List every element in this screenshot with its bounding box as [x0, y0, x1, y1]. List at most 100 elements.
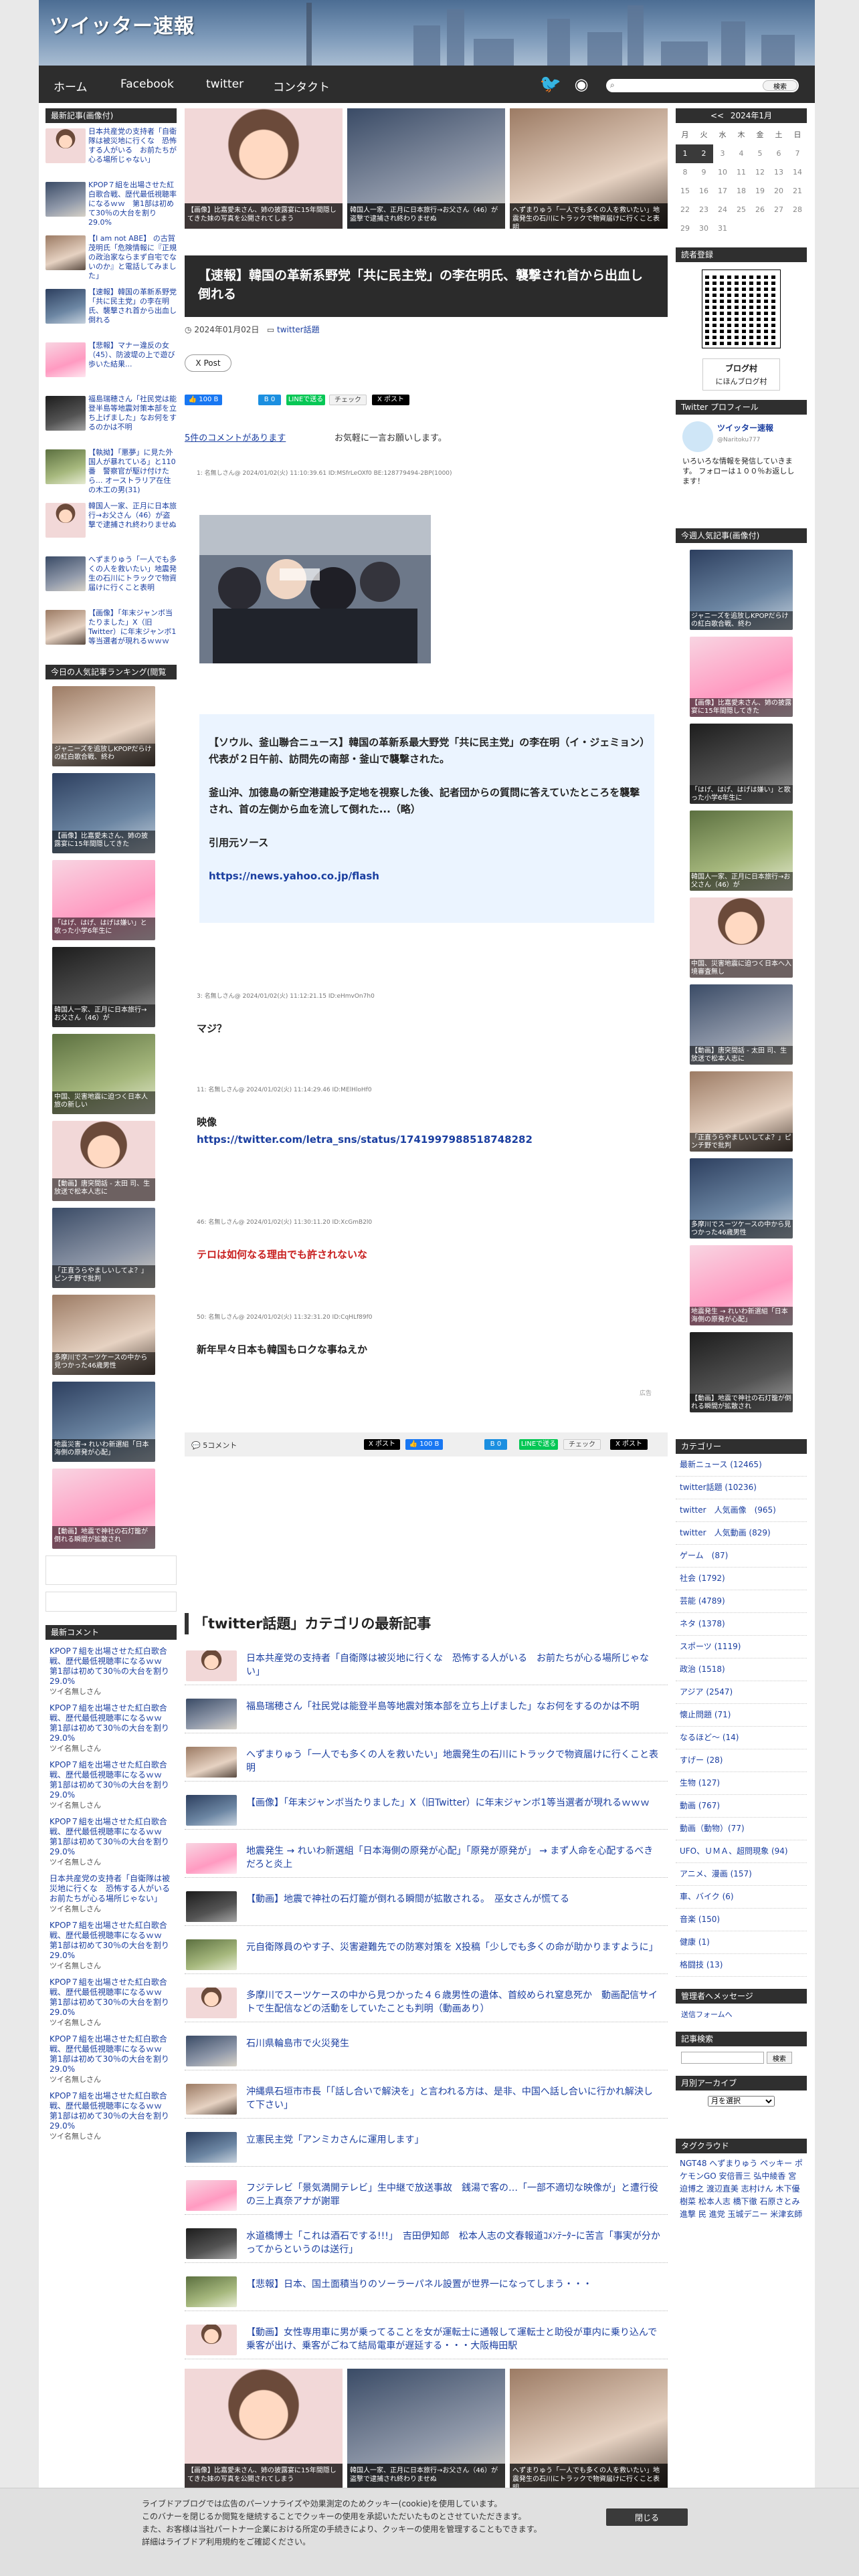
category-article-title[interactable]: 元自衛隊員のやす子、災害避難先での防寒対策を X投稿「少しでも多くの命が助かりま…	[246, 1941, 661, 1954]
archive-select[interactable]: 月を選択	[708, 2096, 775, 2107]
top-card[interactable]: へずまりゅう「一人でも多くの人を救いたい」地震発生の石川にトラックで物資届けに行…	[510, 108, 668, 229]
pocket-button[interactable]: チェック	[563, 1439, 601, 1450]
latest-item-title[interactable]: 日本共産党の支持者「自衛隊は被災地に行くな 恐怖する人がいる お前たちが心る場所…	[88, 127, 177, 165]
category-link[interactable]: 健康 (1)	[676, 1931, 807, 1954]
category-article-row[interactable]: 水道橋博士「これは酒石でする!!!」 吉田伊知郎 松本人志の文春報道ｺﾒﾝﾃｰﾀ…	[185, 2224, 668, 2263]
category-article-row[interactable]: 福島瑞穂さん「社民党は能登半島等地震対策本部を立ち上げました」なお何をするのかは…	[185, 1695, 668, 1733]
ranking-item[interactable]: 韓国人一家、正月に日本旅行→お父さん（46）が	[52, 947, 155, 1027]
category-link[interactable]: 懐止問題 (71)	[676, 1704, 807, 1727]
ranking-item[interactable]: 多摩川でスーツケースの中から見つかった46歳男性	[52, 1295, 155, 1375]
article-search-button[interactable]: 検索	[766, 2052, 792, 2064]
bottom-card[interactable]: 韓国人一家、正月に日本旅行→お父さん（46）が盗撃で逮捕され終わりませぬ	[347, 2369, 505, 2489]
article-search-input[interactable]	[681, 2052, 764, 2064]
thumbnail[interactable]	[186, 2276, 237, 2307]
calendar-prev[interactable]: <<	[710, 111, 724, 120]
popular-item[interactable]: 「はげ、はげ、はげは嫌い」と歌った小学6年生に	[690, 724, 793, 804]
category-link[interactable]: 動画 (767)	[676, 1795, 807, 1818]
calendar-day[interactable]: 20	[769, 182, 788, 201]
calendar-day[interactable]: 19	[751, 182, 769, 201]
pocket-button[interactable]: チェック	[329, 395, 367, 405]
category-article-row[interactable]: フジテレビ「景気満開テレビ」生中継で放送事故 銭湯で客の…「一部不適切な映像が」…	[185, 2176, 668, 2215]
category-article-title[interactable]: 水道橋博士「これは酒石でする!!!」 吉田伊知郎 松本人志の文春報道ｺﾒﾝﾃｰﾀ…	[246, 2230, 661, 2256]
category-link[interactable]: 動画（動物）(77)	[676, 1818, 807, 1840]
category-link[interactable]: 社会 (1792)	[676, 1568, 807, 1590]
latest-item[interactable]: 【画像】「年末ジャンボ当たりました」X（旧Twitter）に年末ジャンボ1等当選…	[45, 609, 177, 657]
category-link[interactable]: なるほど～ (14)	[676, 1727, 807, 1749]
nav-contact[interactable]: コンタクト	[273, 78, 330, 94]
latest-item[interactable]: 【I am not ABE】 の古賀茂明氏「危険情報に『正規の政治家ならまず自宅…	[45, 234, 177, 282]
thumbnail[interactable]	[186, 1843, 237, 1874]
calendar-day[interactable]: 9	[694, 163, 713, 182]
calendar-day[interactable]: 25	[732, 201, 751, 219]
comment-bar-count[interactable]: 💬 5コメント	[191, 1440, 237, 1451]
calendar-day[interactable]	[732, 219, 751, 238]
thumbnail[interactable]	[45, 610, 86, 645]
bottom-card[interactable]: 【画像】比嘉愛未さん、姉の披露宴に15年間隠してきた妹の写真を公開されてしまう	[185, 2369, 343, 2489]
category-article-title[interactable]: 日本共産党の支持者「自衛隊は被災地に行くな 恐怖する人がいる お前たちが心る場所…	[246, 1652, 661, 1679]
line-button[interactable]: LINEで送る	[286, 395, 325, 405]
category-article-title[interactable]: フジテレビ「景気満開テレビ」生中継で放送事故 銭湯で客の…「一部不適切な映像が」…	[246, 2181, 661, 2208]
calendar-day[interactable]: 30	[694, 219, 713, 238]
calendar-day[interactable]: 24	[713, 201, 732, 219]
x-share-button[interactable]: X ポスト	[610, 1439, 648, 1450]
category-article-title[interactable]: 福島瑞穂さん「社民党は能登半島等地震対策本部を立ち上げました」なお何をするのかは…	[246, 1700, 661, 1713]
calendar-day[interactable]: 5	[751, 144, 769, 163]
comment-article-link[interactable]: KPOP７組を出場させた紅白歌合戦、歴代最低視聴率になるｗｗ 第1部は初めて30…	[50, 2091, 170, 2131]
category-article-title[interactable]: 立憲民主党「アンミカさんに運用します」	[246, 2133, 661, 2147]
thumbnail[interactable]	[186, 1650, 237, 1681]
thumbnail[interactable]	[45, 235, 86, 270]
category-article-row[interactable]: 地震発生 → れいわ新選組「日本海側の原発が心配」「原発が原発が」 → まず人命…	[185, 1839, 668, 1878]
calendar-day[interactable]: 29	[676, 219, 694, 238]
category-article-row[interactable]: 【画像】「年末ジャンボ当たりました」X（旧Twitter）に年末ジャンボ1等当選…	[185, 1791, 668, 1830]
thumbnail[interactable]	[45, 396, 86, 431]
category-article-title[interactable]: 【動画】地震で神社の石灯籠が倒れる瞬間が拡散される。 巫女さんが慌てる	[246, 1893, 661, 1906]
latest-item-title[interactable]: 福島瑞穂さん「社民党は能登半島等地震対策本部を立ち上げました」なお何をするのかは…	[88, 395, 177, 432]
category-link[interactable]: アニメ、漫画 (157)	[676, 1863, 807, 1886]
category-article-row[interactable]: 石川県輪島市で火災発生	[185, 2032, 668, 2070]
thumbnail[interactable]	[186, 2132, 237, 2163]
category-article-title[interactable]: 【悲報】日本、国土面積当りのソーラーパネル設置が世界一になってしまう・・・	[246, 2278, 661, 2291]
calendar-day[interactable]: 2	[694, 144, 713, 163]
calendar-day[interactable]: 17	[713, 182, 732, 201]
calendar-day[interactable]: 28	[788, 201, 807, 219]
latest-item-title[interactable]: 【執拗】「悪夢」に見た外国人が暴れている」と110番 警察官が駆け付けたら...…	[88, 448, 177, 495]
popular-item[interactable]: ジャニーズを追放しKPOPだらけの紅白歌合戦、終わ	[690, 550, 793, 630]
thumbnail[interactable]	[186, 2036, 237, 2066]
calendar-day[interactable]: 27	[769, 201, 788, 219]
category-article-title[interactable]: へずまりゅう「一人でも多くの人を救いたい」地震発生の石川にトラックで物資届けに行…	[246, 1748, 661, 1775]
hatena-button[interactable]: B 0	[484, 1439, 507, 1450]
nav-facebook[interactable]: Facebook	[120, 78, 174, 91]
latest-item-title[interactable]: へずまりゅう「一人でも多くの人を救いたい」地震発生の石川にトラックで物資届けに行…	[88, 555, 177, 593]
category-article-row[interactable]: へずまりゅう「一人でも多くの人を救いたい」地震発生の石川にトラックで物資届けに行…	[185, 1743, 668, 1782]
latest-item-title[interactable]: KPOP７組を出場させた紅白歌合戦、歴代最低視聴率になるｗｗ 第1部は初めて30…	[88, 181, 177, 227]
popular-item[interactable]: 韓国人一家、正月に日本旅行→お父さん（46）が	[690, 811, 793, 891]
site-title[interactable]: ツイッター速報	[50, 9, 195, 39]
calendar-day[interactable]: 15	[676, 182, 694, 201]
admin-form-link[interactable]: 送信フォームへ	[681, 2010, 733, 2019]
calendar-day[interactable]: 22	[676, 201, 694, 219]
thumbnail[interactable]	[45, 556, 86, 591]
top-card[interactable]: 【画像】比嘉愛未さん、姉の披露宴に15年間隠してきた妹の写真を公開されてしまう	[185, 108, 343, 229]
calendar-day[interactable]: 3	[713, 144, 732, 163]
thumbnail[interactable]	[45, 128, 86, 163]
calendar-day[interactable]	[751, 219, 769, 238]
facebook-like-button[interactable]: 👍 100 B	[405, 1439, 443, 1450]
category-article-title[interactable]: 地震発生 → れいわ新選組「日本海側の原発が心配」「原発が原発が」 → まず人命…	[246, 1844, 661, 1871]
category-link[interactable]: 政治 (1518)	[676, 1658, 807, 1681]
category-link[interactable]: スポーツ (1119)	[676, 1636, 807, 1658]
x-share-button[interactable]: X ポスト	[364, 1439, 400, 1450]
latest-item[interactable]: へずまりゅう「一人でも多くの人を救いたい」地震発生の石川にトラックで物資届けに行…	[45, 555, 177, 603]
category-link[interactable]: 芸能 (4789)	[676, 1590, 807, 1613]
popular-item[interactable]: 【動画】唐突間話 - 太田 司、生放送で松本人志に	[690, 984, 793, 1065]
profile-name[interactable]: ツイッター速報	[717, 423, 773, 434]
ranking-item[interactable]: 【動画】地震で神社の石灯籠が倒れる瞬間が拡散され	[52, 1469, 155, 1549]
category-article-title[interactable]: 【動画】女性専用車に男が乗ってることを女が運転士に通報して運転士と助役が車内に乗…	[246, 2326, 661, 2353]
calendar-day[interactable]: 23	[694, 201, 713, 219]
category-article-title[interactable]: 沖縄県石垣市市長「「話し合いで解決を」と言われる方は、是非、中国へ話し合いに行か…	[246, 2085, 661, 2112]
tag-cloud[interactable]: NGT48 へずまりゅう ペッキー ポケモンGO 安倍晋三 弘中綾香 宮迫博之 …	[676, 2153, 807, 2225]
category-link[interactable]: twitter 人気動画 (829)	[676, 1522, 807, 1545]
comment-article-link[interactable]: KPOP７組を出場させた紅白歌合戦、歴代最低視聴率になるｗｗ 第1部は初めて30…	[50, 1703, 170, 1743]
category-article-row[interactable]: 【動画】女性専用車に男が乗ってることを女が運転士に通報して運転士と助役が車内に乗…	[185, 2321, 668, 2359]
thumbnail[interactable]	[186, 2228, 237, 2259]
latest-item-title[interactable]: 【悲報】マナー違反の女（45）、防波堤の上で遊び歩いた結果...	[88, 341, 177, 369]
